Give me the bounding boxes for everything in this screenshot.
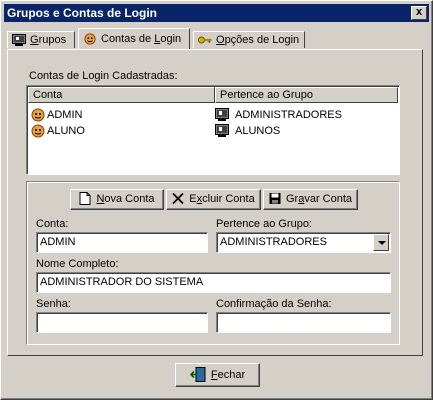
column-header-conta[interactable]: Conta <box>28 87 215 103</box>
new-account-button[interactable]: Nova Conta <box>70 189 164 210</box>
tab-contas-de-login[interactable]: Contas de Login <box>78 28 190 49</box>
user-face-icon <box>31 108 45 122</box>
delete-account-label: cluir Conta <box>202 193 255 205</box>
column-header-grupo[interactable]: Pertence ao Grupo <box>215 87 398 103</box>
key-icon <box>198 36 212 44</box>
save-account-button[interactable]: Gravar Conta <box>263 189 358 210</box>
list-item[interactable]: ADMIN <box>31 107 211 123</box>
fullname-input[interactable]: ADMINISTRADOR DO SISTEMA <box>36 272 391 293</box>
tab-grupos[interactable]: Grupos <box>7 31 75 48</box>
save-account-label: var Conta <box>304 193 353 205</box>
floppy-disk-icon <box>269 192 281 204</box>
confirm-password-input[interactable] <box>216 312 391 333</box>
new-document-icon <box>79 191 91 205</box>
account-input[interactable]: ADMIN <box>36 232 208 253</box>
tab-strip: Grupos Contas de Login Opções de Login <box>7 28 427 50</box>
monitor-group-icon <box>215 124 229 137</box>
tab-opcoes-mnemonic: O <box>216 34 225 46</box>
monitor-group-icon <box>12 34 26 46</box>
tab-opcoes-de-login[interactable]: Opções de Login <box>193 31 305 48</box>
close-window-button[interactable]: x <box>411 6 427 20</box>
title-bar[interactable]: Grupos e Contas de Login x <box>4 4 429 22</box>
tab-opcoes-label: pções de Login <box>224 34 300 46</box>
monitor-group-icon <box>215 108 229 121</box>
close-button[interactable]: Fechar <box>175 363 260 387</box>
close-x-icon: x <box>415 6 423 18</box>
close-label: echar <box>217 369 246 381</box>
accounts-list-label: Contas de Login Cadastradas: <box>29 70 178 82</box>
group-field-label: Pertence ao Grupo: <box>216 218 313 230</box>
list-item-group[interactable]: ALUNOS <box>215 123 395 139</box>
list-item[interactable]: ALUNO <box>31 123 211 139</box>
confirm-password-field-label: Confirmação da Senha: <box>216 298 332 310</box>
tab-contas-prefix: Contas de <box>101 33 155 45</box>
group-select[interactable]: ADMINISTRADORES <box>216 232 391 253</box>
account-field-label: Conta: <box>36 218 69 230</box>
tab-contas-label: ogin <box>160 33 182 45</box>
delete-account-button[interactable]: Excluir Conta <box>166 189 261 210</box>
save-account-prefix: Gr <box>285 193 299 205</box>
new-account-label: ova Conta <box>104 193 155 205</box>
group-name: ADMINISTRADORES <box>235 109 342 121</box>
window-title: Grupos e Contas de Login <box>7 6 158 20</box>
fullname-field-label: Nome Completo: <box>36 258 119 270</box>
account-name: ADMIN <box>47 109 83 121</box>
account-name: ALUNO <box>47 125 85 137</box>
close-mnemonic: F <box>210 369 218 381</box>
list-item-group[interactable]: ADMINISTRADORES <box>215 107 395 123</box>
group-name: ALUNOS <box>235 125 281 137</box>
tab-grupos-mnemonic: G <box>30 34 39 46</box>
tab-grupos-label: rupos <box>38 34 67 46</box>
user-face-icon <box>84 33 96 45</box>
chevron-down-icon[interactable] <box>373 234 389 251</box>
exit-door-icon <box>189 366 206 382</box>
user-face-icon <box>31 124 45 138</box>
x-icon <box>172 192 184 204</box>
group-select-value: ADMINISTRADORES <box>220 236 327 248</box>
password-input[interactable] <box>36 312 208 333</box>
delete-account-prefix: E <box>189 193 197 205</box>
accounts-listview[interactable]: Conta Pertence ao Grupo ADMIN ADMINISTRA… <box>26 85 400 175</box>
password-field-label: Senha: <box>36 298 71 310</box>
